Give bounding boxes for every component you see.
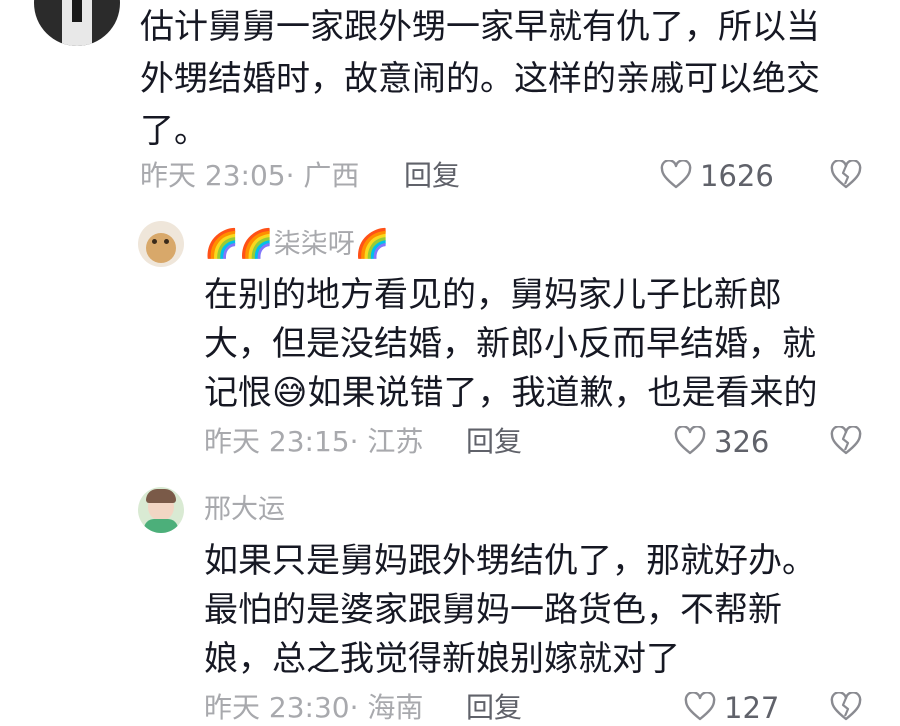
comment-time-location: 昨天 23:15· 江苏 (204, 425, 424, 458)
comment-text-line: 大，但是没结婚，新郎小反而早结婚，就 (204, 324, 816, 364)
rainbow-icon: 🌈🌈 (204, 227, 274, 260)
comment-text-line: 估计舅舅一家跟外甥一家早就有仇了，所以当 (140, 7, 820, 47)
heart-outline-icon[interactable] (684, 692, 716, 722)
like-count: 127 (724, 691, 780, 725)
reply-button[interactable]: 回复 (404, 158, 460, 194)
heart-outline-icon[interactable] (660, 160, 692, 190)
comment-time-location: 昨天 23:05· 广西 (140, 159, 360, 192)
comment-text-line: 如果只是舅妈跟外甥结仇了，那就好办。 (204, 541, 816, 581)
avatar[interactable] (34, 0, 120, 46)
grinning-sweat-emoji-icon: 😅 (272, 373, 308, 413)
username[interactable]: 🌈🌈柒柒呀🌈 (204, 226, 390, 263)
avatar[interactable] (138, 221, 184, 267)
broken-heart-icon[interactable] (830, 692, 862, 722)
username[interactable]: 邢大运 (204, 492, 285, 528)
broken-heart-icon[interactable] (830, 426, 862, 456)
heart-outline-icon[interactable] (674, 426, 706, 456)
rainbow-icon: 🌈 (354, 227, 390, 260)
broken-heart-icon[interactable] (830, 160, 862, 190)
comment-text-line: 了。 (140, 111, 208, 151)
like-count: 1626 (700, 159, 774, 193)
comment-text-line: 最怕的是婆家跟舅妈一路货色，不帮新 (204, 590, 782, 630)
comment-text-line: 在别的地方看见的，舅妈家儿子比新郎 (204, 275, 782, 315)
reply-button[interactable]: 回复 (466, 424, 522, 460)
comment-text-line: 娘，总之我觉得新娘别嫁就对了 (204, 639, 680, 679)
comment-time-location: 昨天 23:30· 海南 (204, 691, 424, 724)
comment-text-line: 外甥结婚时，故意闹的。这样的亲戚可以绝交 (140, 59, 820, 99)
comment-text-segment: 记恨 (204, 373, 272, 413)
reply-button[interactable]: 回复 (466, 690, 522, 726)
like-count: 326 (714, 425, 770, 459)
comment-text-line: 记恨😅如果说错了，我道歉，也是看来的 (204, 368, 817, 418)
comment-text-segment: 如果说错了，我道歉，也是看来的 (307, 373, 818, 413)
avatar[interactable] (138, 487, 184, 533)
username-label: 柒柒呀 (273, 229, 355, 260)
